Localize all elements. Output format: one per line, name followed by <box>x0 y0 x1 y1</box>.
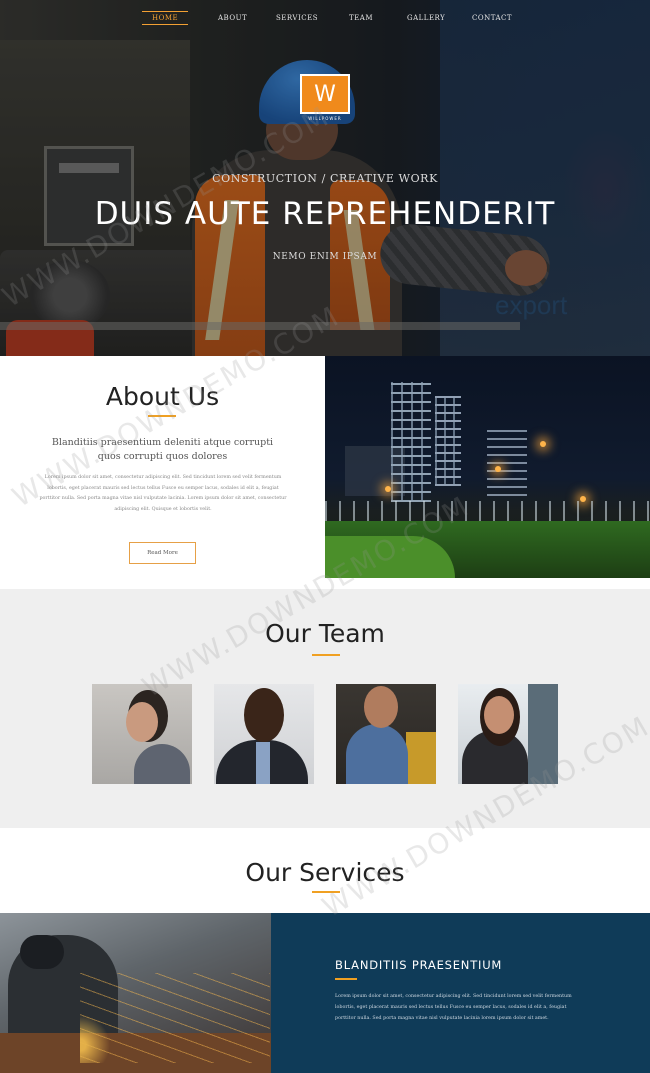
about-heading: About Us <box>105 382 220 411</box>
about-heading-underline <box>148 415 176 417</box>
about-text-block: About Us Blanditiis praesentium deleniti… <box>0 356 325 589</box>
services-panel-underline <box>335 978 357 980</box>
services-section: Our Services BLANDITIIS PRAESENTIUM Lore… <box>0 828 650 1073</box>
services-heading: Our Services <box>245 858 405 887</box>
services-panel: BLANDITIIS PRAESENTIUM Lorem ipsum dolor… <box>271 913 650 1073</box>
about-lead: Blanditiis praesentium deleniti atque co… <box>51 437 274 462</box>
hero-subtitle: CONSTRUCTION / CREATIVE WORK <box>212 172 438 185</box>
hero-title: DUIS AUTE REPREHENDERIT <box>94 196 556 232</box>
team-member-photo[interactable] <box>92 684 192 784</box>
team-member-photo[interactable] <box>214 684 314 784</box>
nav-contact[interactable]: CONTACT <box>472 14 512 22</box>
main-nav: HOME ABOUT SERVICES TEAM GALLERY CONTACT <box>0 0 650 36</box>
services-image-welder <box>0 913 271 1073</box>
logo-name: WILLPOWER <box>308 116 342 121</box>
team-heading-underline <box>312 654 340 656</box>
services-panel-title: BLANDITIIS PRAESENTIUM <box>335 958 503 972</box>
brand-logo[interactable]: W WILLPOWER <box>300 74 350 124</box>
nav-services[interactable]: SERVICES <box>276 14 318 22</box>
nav-gallery[interactable]: GALLERY <box>407 14 445 22</box>
read-more-button[interactable]: Read More <box>129 542 196 564</box>
team-heading: Our Team <box>265 619 385 648</box>
team-section: Our Team <box>0 589 650 828</box>
hero-section: export HOME ABOUT SERVICES TEAM GALLERY … <box>0 0 650 356</box>
nav-team[interactable]: TEAM <box>349 14 373 22</box>
hero-tagline: NEMO ENIM IPSAM <box>272 252 378 262</box>
logo-letter: W <box>314 82 336 107</box>
about-section: About Us Blanditiis praesentium deleniti… <box>0 356 650 589</box>
nav-about[interactable]: ABOUT <box>218 14 247 22</box>
about-body: Lorem ipsum dolor sit amet, consectetur … <box>39 475 287 512</box>
about-image-plant <box>325 356 650 578</box>
nav-home[interactable]: HOME <box>142 11 189 25</box>
services-heading-underline <box>312 891 340 893</box>
services-panel-body: Lorem ipsum dolor sit amet, consectetur … <box>335 994 572 1021</box>
team-member-photo[interactable] <box>458 684 558 784</box>
team-member-photo[interactable] <box>336 684 436 784</box>
